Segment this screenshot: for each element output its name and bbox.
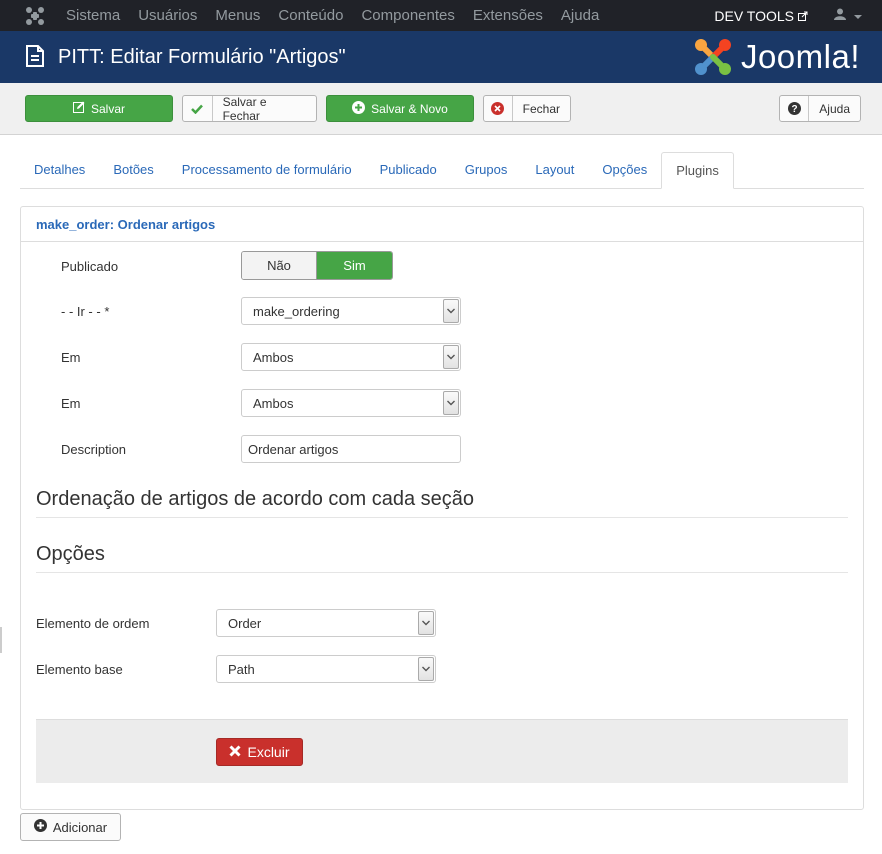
chevron-down-icon [418, 611, 434, 635]
external-link-icon [798, 8, 808, 24]
plugin-actions-well: Excluir [36, 719, 848, 783]
save-new-button[interactable]: Salvar & Novo [326, 95, 474, 122]
go-label: - - Ir - - * [61, 304, 110, 319]
chevron-down-icon [443, 391, 459, 415]
joomla-logo: Joomla! [693, 37, 860, 77]
section-heading: Ordenação de artigos de acordo com cada … [36, 488, 475, 510]
add-plugin-button[interactable]: Adicionar [20, 813, 121, 841]
menu-menus[interactable]: Menus [215, 7, 260, 24]
top-navbar: Sistema Usuários Menus Conteúdo Componen… [0, 0, 882, 31]
delete-plugin-button[interactable]: Excluir [216, 738, 303, 766]
options-divider [36, 572, 848, 573]
delete-x-icon [229, 744, 242, 760]
options-heading: Opções [36, 543, 105, 565]
published-yes-option[interactable]: Sim [317, 252, 392, 279]
check-icon [183, 96, 213, 121]
devtools-label: DEV TOOLS [714, 7, 794, 24]
plus-circle-icon [352, 100, 366, 117]
svg-text:?: ? [791, 104, 797, 115]
toolbar: Salvar Salvar e Fechar Salvar & Novo Fec… [0, 83, 882, 135]
chevron-down-icon [443, 299, 459, 323]
chevron-down-icon [443, 345, 459, 369]
tab-publicado[interactable]: Publicado [366, 152, 451, 188]
section-divider [36, 517, 848, 518]
menu-componentes[interactable]: Componentes [361, 7, 454, 24]
published-no-option[interactable]: Não [242, 252, 317, 279]
go-select[interactable]: make_ordering [241, 297, 461, 325]
plugin-heading: make_order: Ordenar artigos [21, 207, 863, 242]
em2-select[interactable]: Ambos [241, 389, 461, 417]
menu-ajuda[interactable]: Ajuda [561, 7, 599, 24]
chevron-down-icon [418, 657, 434, 681]
tab-botoes[interactable]: Botões [99, 152, 167, 188]
document-icon [26, 44, 44, 70]
devtools-link[interactable]: DEV TOOLS [714, 8, 808, 24]
tab-processamento[interactable]: Processamento de formulário [168, 152, 366, 188]
order-element-value: Order [228, 615, 262, 631]
tab-plugins[interactable]: Plugins [661, 152, 734, 189]
published-label: Publicado [61, 259, 119, 274]
em2-select-value: Ambos [253, 395, 294, 411]
add-label: Adicionar [52, 819, 108, 835]
joomla-wordmark: Joomla! [740, 38, 860, 75]
base-element-select[interactable]: Path [216, 655, 436, 683]
menu-extensoes[interactable]: Extensões [473, 7, 543, 24]
save-new-label: Salvar & Novo [371, 101, 448, 116]
em1-select[interactable]: Ambos [241, 343, 461, 371]
close-label: Fechar [522, 101, 560, 116]
form-tabs: Detalhes Botões Processamento de formulá… [20, 152, 864, 189]
tab-layout[interactable]: Layout [521, 152, 588, 188]
base-element-value: Path [228, 661, 255, 677]
menu-usuarios[interactable]: Usuários [138, 7, 197, 24]
em1-label: Em [61, 350, 81, 365]
close-button[interactable]: Fechar [483, 95, 571, 122]
joomla-logo-icon [694, 39, 731, 75]
save-close-label: Salvar e Fechar [222, 94, 267, 123]
question-circle-icon: ? [780, 96, 810, 121]
caret-down-icon [854, 8, 862, 23]
menu-conteudo[interactable]: Conteúdo [278, 7, 343, 24]
save-label: Salvar [90, 101, 125, 116]
description-input[interactable] [241, 435, 461, 463]
user-icon [834, 8, 846, 23]
edit-icon [72, 101, 85, 116]
go-select-value: make_ordering [253, 303, 340, 319]
tab-opcoes[interactable]: Opções [588, 152, 661, 188]
order-element-label: Elemento de ordem [36, 616, 150, 631]
em1-select-value: Ambos [253, 349, 294, 365]
plugin-panel: make_order: Ordenar artigos Publicado Nã… [20, 206, 864, 810]
delete-label: Excluir [247, 744, 290, 760]
page-header: PITT: Editar Formulário "Artigos" Joomla… [0, 31, 882, 83]
published-toggle: Não Sim [241, 251, 393, 280]
menu-sistema[interactable]: Sistema [66, 7, 120, 24]
close-circle-icon [484, 96, 513, 121]
user-menu[interactable] [834, 8, 862, 23]
tab-detalhes[interactable]: Detalhes [20, 152, 99, 188]
left-edge-marker [0, 627, 2, 653]
help-button[interactable]: ? Ajuda [779, 95, 861, 122]
description-label: Description [61, 442, 127, 457]
base-element-label: Elemento base [36, 662, 123, 677]
order-element-select[interactable]: Order [216, 609, 436, 637]
page-title: PITT: Editar Formulário "Artigos" [58, 45, 346, 68]
joomla-menu-icon[interactable] [22, 3, 48, 29]
em2-label: Em [61, 396, 81, 411]
save-button[interactable]: Salvar [25, 95, 173, 122]
tab-grupos[interactable]: Grupos [451, 152, 522, 188]
save-close-button[interactable]: Salvar e Fechar [182, 94, 317, 123]
plus-circle-icon [33, 819, 47, 835]
help-label: Ajuda [819, 101, 850, 116]
